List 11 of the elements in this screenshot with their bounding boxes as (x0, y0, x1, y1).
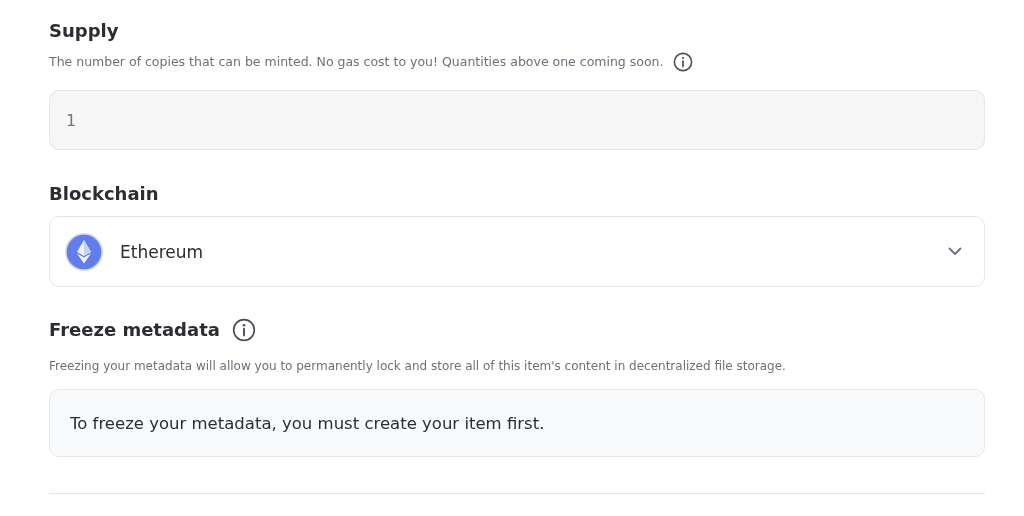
section-description: The number of copies that can be minted. No gas cost to you! Quantities above one coming soon. (49, 53, 664, 71)
section-title: Supply (49, 19, 120, 43)
chevron-down-icon (948, 247, 962, 256)
section-description: Freezing your metadata will allow you to permanently lock and store all of this item's content in decentralized file storage. (49, 358, 787, 375)
info-icon[interactable] (673, 52, 694, 72)
notice-box: To freeze your metadata, you must create your item first. (49, 389, 985, 457)
section-title: Blockchain (49, 182, 160, 206)
info-icon[interactable] (231, 318, 256, 342)
ethereum-icon (65, 232, 103, 271)
section-title: Freeze metadata (49, 318, 220, 342)
blockchain-dropdown[interactable]: Ethereum (49, 216, 985, 287)
